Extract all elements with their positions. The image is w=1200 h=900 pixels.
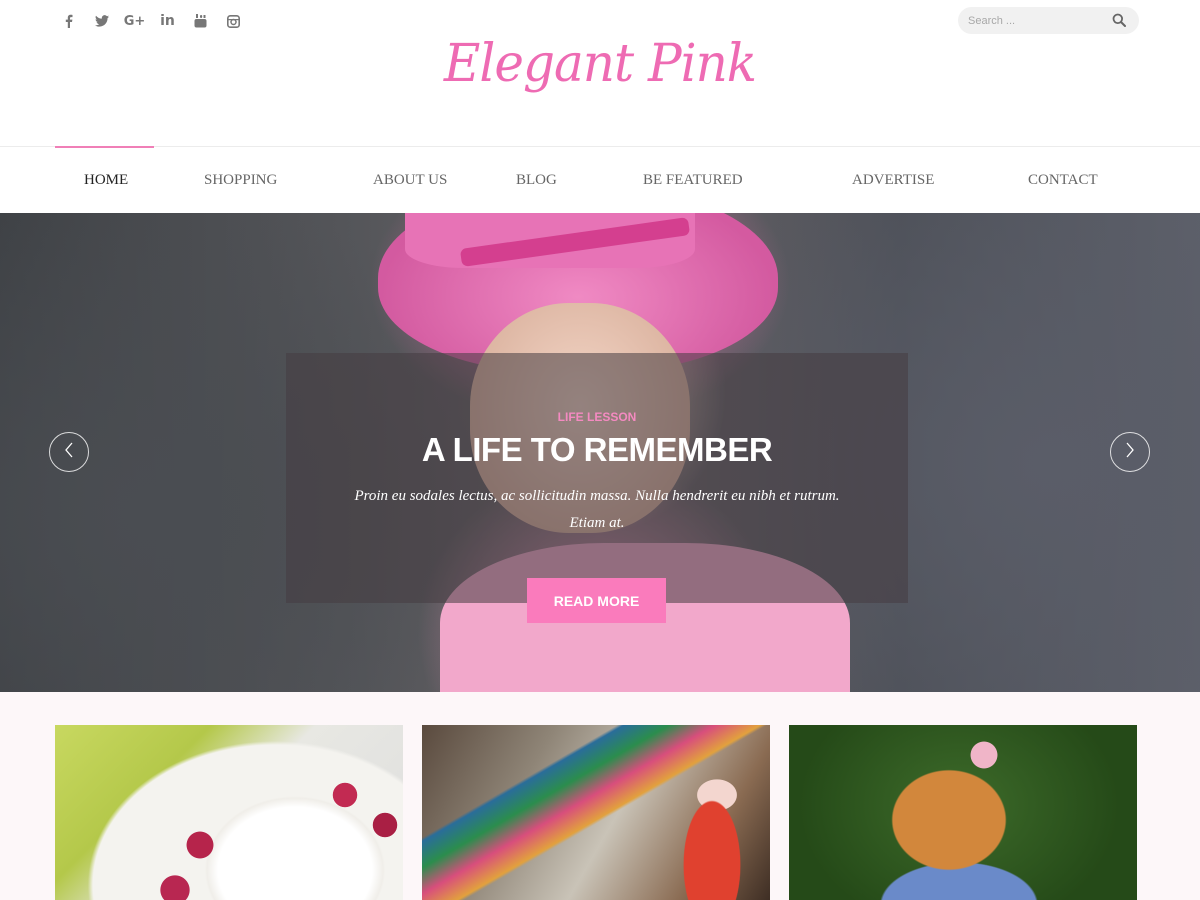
search-input[interactable] [958, 7, 1098, 34]
featured-post-image-paints[interactable] [422, 725, 770, 900]
google-plus-icon[interactable]: G+ [118, 10, 151, 32]
slider-next-button[interactable] [1110, 432, 1150, 472]
slide-category[interactable]: LIFE LESSON [286, 410, 908, 424]
youtube-icon[interactable] [184, 10, 217, 32]
chevron-right-icon [1125, 442, 1135, 463]
hero-slider: LIFE LESSON A LIFE TO REMEMBER Proin eu … [0, 213, 1200, 692]
linkedin-icon[interactable]: in [151, 10, 184, 32]
read-more-button[interactable]: READ MORE [527, 578, 666, 623]
nav-item-advertise[interactable]: ADVERTISE [852, 147, 934, 213]
featured-post-image-teddy-bear[interactable] [789, 725, 1137, 900]
slide-title[interactable]: A LIFE TO REMEMBER [286, 431, 908, 469]
chevron-left-icon [64, 442, 74, 463]
social-links: G+ in [52, 10, 250, 32]
nav-item-about-us[interactable]: ABOUT US [373, 147, 447, 213]
slide-excerpt: Proin eu sodales lectus, ac sollicitudin… [354, 488, 840, 531]
main-navigation: HOME SHOPPING ABOUT US BLOG BE FEATURED … [0, 146, 1200, 213]
site-logo[interactable]: Elegant Pink [0, 33, 1200, 94]
instagram-icon[interactable] [217, 10, 250, 32]
nav-item-shopping[interactable]: SHOPPING [204, 147, 277, 213]
site-header: G+ in Elegant Pink [0, 0, 1200, 146]
featured-posts [0, 692, 1200, 900]
facebook-icon[interactable] [52, 10, 85, 32]
nav-item-home[interactable]: HOME [84, 147, 128, 213]
search-icon[interactable] [1112, 13, 1127, 28]
nav-item-be-featured[interactable]: BE FEATURED [643, 147, 743, 213]
nav-item-blog[interactable]: BLOG [516, 147, 557, 213]
slider-prev-button[interactable] [49, 432, 89, 472]
featured-post-image-raspberries[interactable] [55, 725, 403, 900]
nav-item-contact[interactable]: CONTACT [1028, 147, 1098, 213]
slide-caption: LIFE LESSON A LIFE TO REMEMBER Proin eu … [286, 353, 908, 603]
search-box [958, 7, 1139, 34]
twitter-icon[interactable] [85, 10, 118, 32]
